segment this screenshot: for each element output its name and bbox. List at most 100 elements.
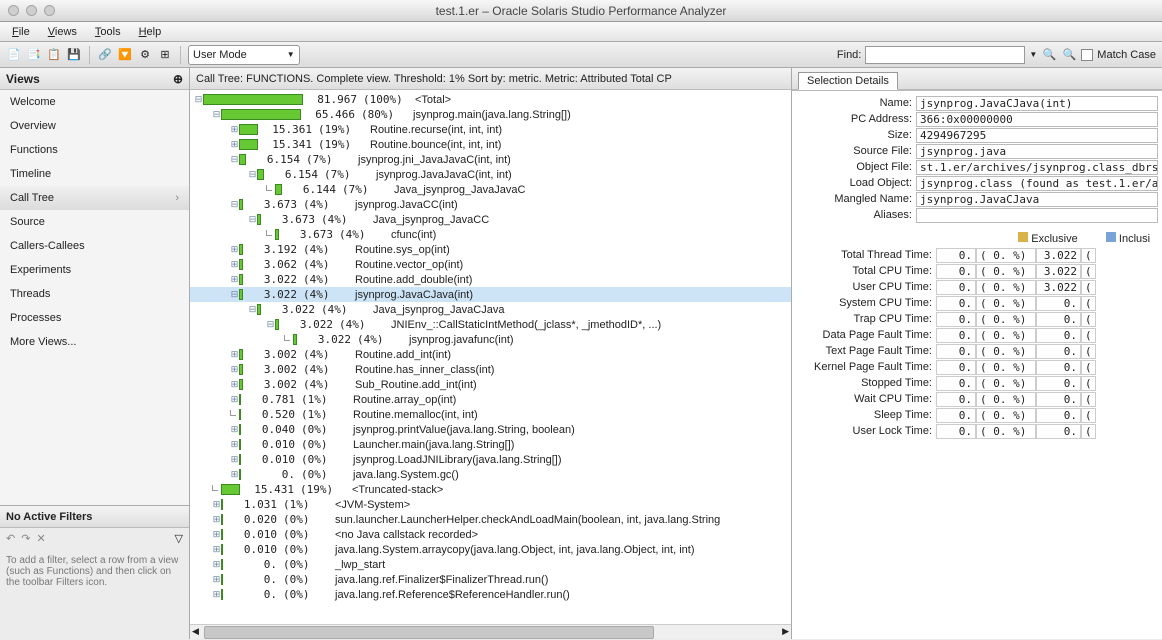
- expand-closed-icon[interactable]: ⊞: [230, 275, 239, 284]
- tree-row[interactable]: ⊞0.(0%)java.lang.ref.Finalizer$Finalizer…: [190, 572, 791, 587]
- compare-icon[interactable]: 📑: [26, 47, 42, 63]
- tree-row[interactable]: 0.520(1%)Routine.memalloc(int, int): [190, 407, 791, 422]
- tab-selection-details[interactable]: Selection Details: [798, 72, 898, 90]
- scroll-right-icon[interactable]: ▶: [782, 626, 789, 637]
- expand-closed-icon[interactable]: ⊞: [212, 590, 221, 599]
- tree-row[interactable]: ⊞0.(0%)java.lang.System.gc(): [190, 467, 791, 482]
- tree-row[interactable]: ⊟81.967(100%)<Total>: [190, 92, 791, 107]
- close-window-dot[interactable]: [8, 5, 19, 16]
- menu-views[interactable]: Views: [40, 24, 85, 40]
- expand-open-icon[interactable]: ⊟: [266, 320, 275, 329]
- tree-row[interactable]: ⊞3.002(4%)Routine.has_inner_class(int): [190, 362, 791, 377]
- tree-row[interactable]: ⊞1.031(1%)<JVM-System>: [190, 497, 791, 512]
- minimize-window-dot[interactable]: [26, 5, 37, 16]
- tree-row[interactable]: ⊞0.010(0%)<no Java callstack recorded>: [190, 527, 791, 542]
- find-input[interactable]: [865, 46, 1025, 64]
- menu-help[interactable]: Help: [131, 24, 170, 40]
- sidebar-item-functions[interactable]: Functions: [0, 138, 189, 162]
- sidebar-item-overview[interactable]: Overview: [0, 114, 189, 138]
- tree-row[interactable]: ⊟3.673(4%)jsynprog.JavaCC(int): [190, 197, 791, 212]
- expand-open-icon[interactable]: ⊟: [230, 200, 239, 209]
- filter-undo-icon[interactable]: ↶: [6, 532, 15, 545]
- expand-closed-icon[interactable]: ⊞: [230, 470, 239, 479]
- tree-row[interactable]: ⊞0.010(0%)Launcher.main(java.lang.String…: [190, 437, 791, 452]
- zoom-window-dot[interactable]: [44, 5, 55, 16]
- expand-closed-icon[interactable]: ⊞: [212, 530, 221, 539]
- expand-open-icon[interactable]: ⊟: [248, 170, 257, 179]
- filter-remove-icon[interactable]: ✕: [36, 532, 45, 545]
- menu-file[interactable]: File: [4, 24, 38, 40]
- tree-row[interactable]: ⊟3.022(4%)Java_jsynprog_JavaCJava: [190, 302, 791, 317]
- sidebar-item-timeline[interactable]: Timeline: [0, 162, 189, 186]
- expand-open-icon[interactable]: ⊟: [248, 215, 257, 224]
- horizontal-scrollbar[interactable]: ◀ ▶: [190, 624, 791, 639]
- tree-row[interactable]: ⊟3.673(4%)Java_jsynprog_JavaCC: [190, 212, 791, 227]
- tree-row[interactable]: ⊞3.002(4%)Routine.add_int(int): [190, 347, 791, 362]
- add-view-icon[interactable]: ⊕: [173, 72, 183, 86]
- menu-tools[interactable]: Tools: [87, 24, 129, 40]
- filter-icon[interactable]: 🔽: [117, 47, 133, 63]
- filter-funnel-icon[interactable]: ▽: [175, 532, 183, 545]
- expand-closed-icon[interactable]: ⊞: [230, 425, 239, 434]
- expand-closed-icon[interactable]: ⊞: [212, 545, 221, 554]
- scroll-thumb[interactable]: [204, 626, 654, 639]
- filter-redo-icon[interactable]: ↷: [21, 532, 30, 545]
- tree-row[interactable]: 15.431(19%)<Truncated-stack>: [190, 482, 791, 497]
- tree-row[interactable]: ⊟3.022(4%)jsynprog.JavaCJava(int): [190, 287, 791, 302]
- tree-row[interactable]: ⊞15.341(19%)Routine.bounce(int, int, int…: [190, 137, 791, 152]
- expand-closed-icon[interactable]: ⊞: [230, 260, 239, 269]
- tree-row[interactable]: ⊞0.010(0%)jsynprog.LoadJNILibrary(java.l…: [190, 452, 791, 467]
- expand-open-icon[interactable]: ⊟: [248, 305, 257, 314]
- expand-closed-icon[interactable]: ⊞: [230, 365, 239, 374]
- settings-gear-icon[interactable]: ⚙: [137, 47, 153, 63]
- tree-row[interactable]: ⊞3.002(4%)Sub_Routine.add_int(int): [190, 377, 791, 392]
- find-dropdown-arrow-icon[interactable]: ▼: [1029, 50, 1037, 59]
- tree-row[interactable]: ⊞0.020(0%)sun.launcher.LauncherHelper.ch…: [190, 512, 791, 527]
- tree-row[interactable]: ⊞0.(0%)java.lang.ref.Reference$Reference…: [190, 587, 791, 602]
- tree-row[interactable]: ⊞3.062(4%)Routine.vector_op(int): [190, 257, 791, 272]
- sidebar-item-more-views-[interactable]: More Views...: [0, 330, 189, 354]
- tree-row[interactable]: ⊞0.040(0%)jsynprog.printValue(java.lang.…: [190, 422, 791, 437]
- sidebar-item-threads[interactable]: Threads: [0, 282, 189, 306]
- tree-row[interactable]: ⊟3.022(4%)JNIEnv_::CallStaticIntMethod(_…: [190, 317, 791, 332]
- tree-row[interactable]: 6.144(7%)Java_jsynprog_JavaJavaC: [190, 182, 791, 197]
- tree-row[interactable]: ⊞15.361(19%)Routine.recurse(int, int, in…: [190, 122, 791, 137]
- tree-row[interactable]: 3.022(4%)jsynprog.javafunc(int): [190, 332, 791, 347]
- scroll-left-icon[interactable]: ◀: [192, 626, 199, 637]
- sidebar-item-call-tree[interactable]: Call Tree›: [0, 186, 189, 210]
- sidebar-item-experiments[interactable]: Experiments: [0, 258, 189, 282]
- sidebar-item-welcome[interactable]: Welcome: [0, 90, 189, 114]
- sidebar-item-processes[interactable]: Processes: [0, 306, 189, 330]
- tree-row[interactable]: ⊞3.192(4%)Routine.sys_op(int): [190, 242, 791, 257]
- tree-row[interactable]: ⊞0.(0%)_lwp_start: [190, 557, 791, 572]
- tree-row[interactable]: ⊟6.154(7%)jsynprog.JavaJavaC(int, int): [190, 167, 791, 182]
- match-case-checkbox[interactable]: [1081, 49, 1093, 61]
- open-experiment-icon[interactable]: 📄: [6, 47, 22, 63]
- sidebar-item-callers-callees[interactable]: Callers-Callees: [0, 234, 189, 258]
- expand-closed-icon[interactable]: ⊞: [212, 575, 221, 584]
- find-next-icon[interactable]: 🔍: [1061, 47, 1077, 63]
- expand-closed-icon[interactable]: ⊞: [230, 455, 239, 464]
- tree-row[interactable]: 3.673(4%)cfunc(int): [190, 227, 791, 242]
- call-tree[interactable]: ⊟81.967(100%)<Total>⊟65.466(80%)jsynprog…: [190, 90, 791, 624]
- expand-closed-icon[interactable]: ⊞: [212, 560, 221, 569]
- expand-closed-icon[interactable]: ⊞: [212, 515, 221, 524]
- expand-closed-icon[interactable]: ⊞: [230, 125, 239, 134]
- tree-row[interactable]: ⊞0.010(0%)java.lang.System.arraycopy(jav…: [190, 542, 791, 557]
- tree-row[interactable]: ⊞0.781(1%)Routine.array_op(int): [190, 392, 791, 407]
- expand-open-icon[interactable]: ⊟: [212, 110, 221, 119]
- expand-closed-icon[interactable]: ⊞: [230, 140, 239, 149]
- tree-row[interactable]: ⊟6.154(7%)jsynprog.jni_JavaJavaC(int, in…: [190, 152, 791, 167]
- find-prev-icon[interactable]: 🔍: [1041, 47, 1057, 63]
- expand-closed-icon[interactable]: ⊞: [230, 380, 239, 389]
- expand-open-icon[interactable]: ⊟: [230, 155, 239, 164]
- sidebar-item-source[interactable]: Source: [0, 210, 189, 234]
- expand-open-icon[interactable]: ⊟: [230, 290, 239, 299]
- expand-closed-icon[interactable]: ⊞: [230, 245, 239, 254]
- expand-open-icon[interactable]: ⊟: [194, 95, 203, 104]
- aggregate-icon[interactable]: 📋: [46, 47, 62, 63]
- expand-closed-icon[interactable]: ⊞: [212, 500, 221, 509]
- export-icon[interactable]: 💾: [66, 47, 82, 63]
- expand-closed-icon[interactable]: ⊞: [230, 395, 239, 404]
- view-mode-dropdown[interactable]: User Mode ▼: [188, 45, 300, 65]
